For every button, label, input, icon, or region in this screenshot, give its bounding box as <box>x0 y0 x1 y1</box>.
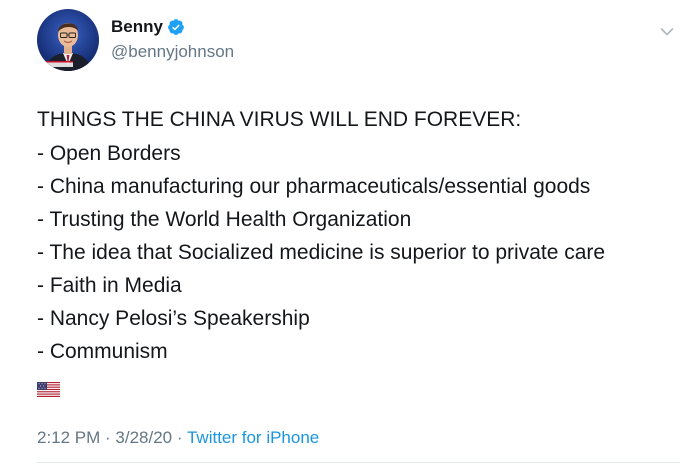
tweet-card: Benny @bennyjohnson THINGS THE CHINA VIR… <box>0 0 680 471</box>
list-item: - Faith in Media <box>37 274 182 297</box>
list-item: - China manufacturing our pharmaceutical… <box>37 175 591 198</box>
list-item: - The idea that Socialized medicine is s… <box>37 241 606 264</box>
list-item: - Communism <box>37 340 168 363</box>
tweet-headline: THINGS THE CHINA VIRUS WILL END FOREVER: <box>37 108 522 131</box>
meta-separator: · <box>172 428 187 447</box>
divider <box>37 462 680 463</box>
name-row: Benny <box>111 15 185 39</box>
list-item: - Nancy Pelosi’s Speakership <box>37 307 310 330</box>
us-flag-emoji <box>37 374 60 397</box>
list-item: - Trusting the World Health Organization <box>37 208 412 231</box>
tweet-text: THINGS THE CHINA VIRUS WILL END FOREVER:… <box>37 103 673 397</box>
verified-badge-icon <box>167 18 185 36</box>
chevron-down-icon[interactable] <box>660 24 674 36</box>
tweet-date[interactable]: 3/28/20 <box>115 428 172 447</box>
list-item: - Open Borders <box>37 142 181 165</box>
tweet-meta: 2:12 PM · 3/28/20 · Twitter for iPhone <box>37 428 319 448</box>
tweet-source-link[interactable]: Twitter for iPhone <box>187 428 319 447</box>
avatar[interactable] <box>37 9 99 71</box>
meta-separator: · <box>100 428 116 447</box>
user-handle[interactable]: @bennyjohnson <box>111 42 234 62</box>
display-name[interactable]: Benny <box>111 17 163 37</box>
tweet-time[interactable]: 2:12 PM <box>37 428 100 447</box>
